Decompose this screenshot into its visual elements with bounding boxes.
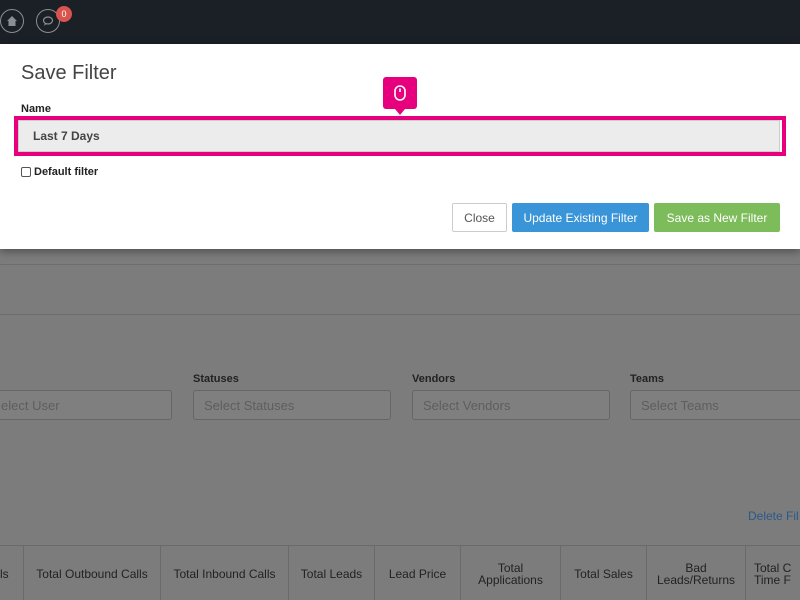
statuses-select[interactable]: Select Statuses [193, 390, 391, 420]
user-select[interactable]: elect User [0, 390, 172, 420]
home-icon[interactable] [0, 9, 24, 33]
column-header[interactable]: Total Inbound Calls [161, 546, 289, 600]
modal-title: Save Filter [21, 62, 117, 84]
default-filter-checkbox[interactable] [21, 167, 31, 177]
close-button[interactable]: Close [452, 203, 507, 232]
table-header: ls Total Outbound Calls Total Inbound Ca… [0, 545, 800, 600]
teams-label: Teams [630, 373, 665, 385]
column-header[interactable]: Total Sales [561, 546, 647, 600]
vendors-select[interactable]: Select Vendors [412, 390, 610, 420]
default-filter-label: Default filter [34, 166, 99, 178]
save-as-new-filter-button[interactable]: Save as New Filter [654, 203, 780, 232]
delete-filter-link[interactable]: Delete Fil [748, 509, 799, 523]
notification-badge: 0 [56, 6, 72, 22]
save-filter-modal: Save Filter Name Default filter Close Up… [0, 44, 800, 249]
divider [0, 264, 800, 265]
vendors-label: Vendors [412, 373, 456, 385]
name-label: Name [21, 103, 51, 115]
mouse-icon [383, 77, 417, 115]
column-header[interactable]: Total Outbound Calls [24, 546, 161, 600]
top-nav: 0 [0, 0, 800, 44]
statuses-label: Statuses [193, 373, 239, 385]
column-header[interactable]: Bad Leads/Returns [647, 546, 746, 600]
filter-name-input[interactable] [18, 120, 780, 152]
column-header[interactable]: Total Applications [461, 546, 561, 600]
column-header[interactable]: ls [0, 546, 24, 600]
teams-select[interactable]: Select Teams [630, 390, 800, 420]
divider [0, 314, 800, 315]
default-filter-row[interactable]: Default filter [21, 166, 98, 178]
column-header[interactable]: Total Leads [289, 546, 375, 600]
column-header[interactable]: Lead Price [375, 546, 461, 600]
column-header[interactable]: Total C Time F [746, 546, 800, 600]
update-existing-filter-button[interactable]: Update Existing Filter [512, 203, 649, 232]
